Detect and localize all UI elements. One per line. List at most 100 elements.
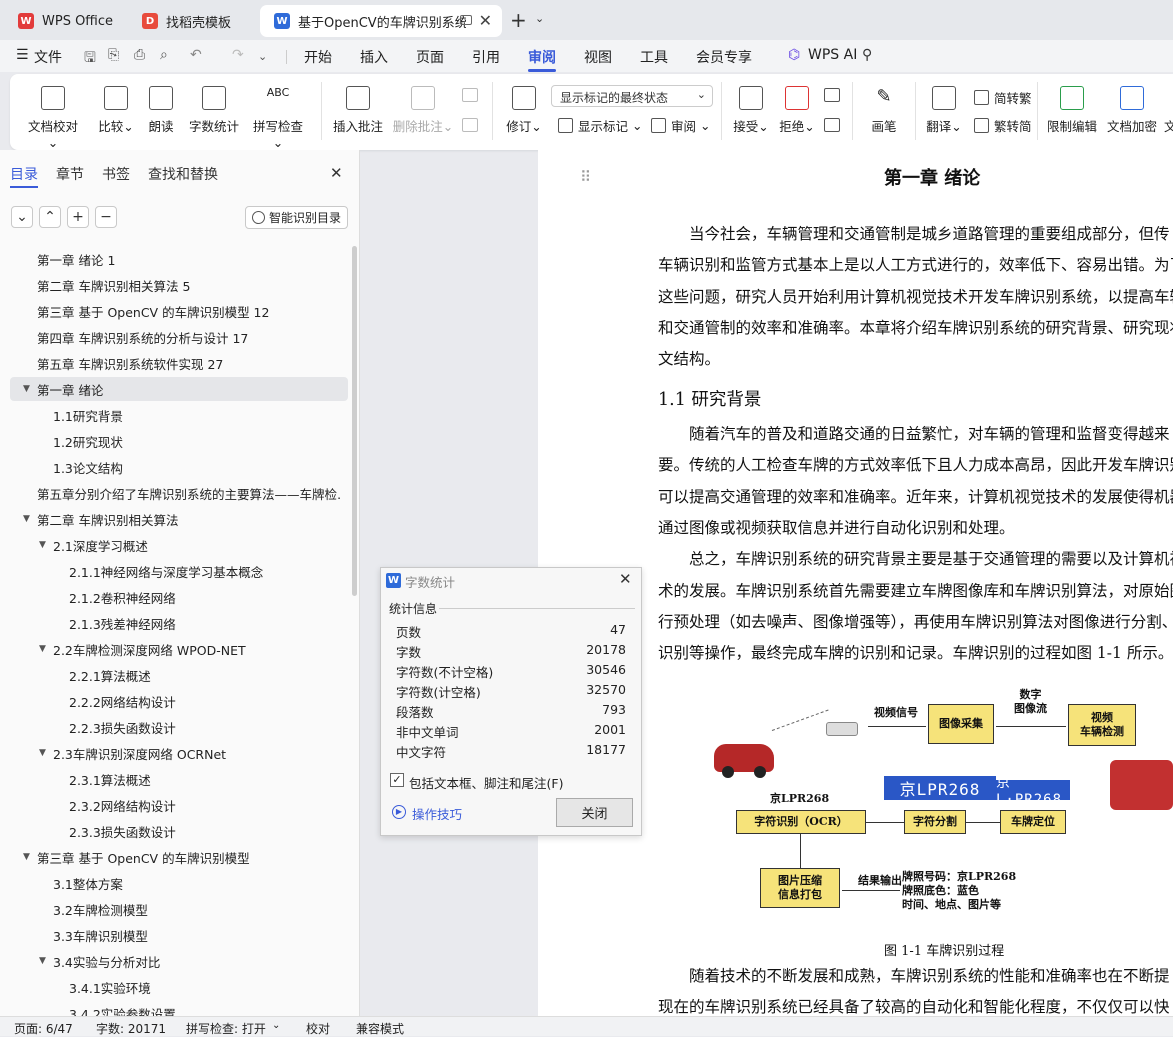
quick-access-more-icon[interactable]: ⌄ (258, 50, 267, 63)
spell-check-button[interactable]: ABC 拼写检查⌄ (248, 82, 308, 150)
chevron-down-icon[interactable]: ⌄ (535, 12, 544, 25)
expand-toggle-icon[interactable]: ▼ (39, 540, 46, 550)
reject-button[interactable]: 拒绝⌄ (778, 82, 816, 135)
tab-docer[interactable]: D 找稻壳模板 (128, 5, 254, 37)
tips-link[interactable]: 操作技巧 (412, 804, 462, 823)
toc-item[interactable]: 第五章分别介绍了车牌识别系统的主要算法——车牌检… (0, 481, 350, 505)
toc-item[interactable]: ▼ 2.3车牌识别深度网络 OCRNet (0, 741, 350, 765)
menu-file[interactable]: 文件 (34, 47, 62, 67)
toc-item[interactable]: ▼ 第二章 车牌识别相关算法 (0, 507, 350, 531)
panel-tab-bookmarks[interactable]: 书签 (102, 164, 130, 184)
panel-tab-sections[interactable]: 章节 (56, 164, 84, 184)
smart-toc-button[interactable]: 智能识别目录 (245, 206, 348, 229)
panel-scrollbar[interactable] (352, 246, 357, 596)
expand-toggle-icon[interactable]: ▼ (23, 852, 30, 862)
panel-tab-find[interactable]: 查找和替换 (148, 164, 218, 184)
tab-document[interactable]: W 基于OpenCV的车牌识别系统 ✕ (260, 5, 502, 37)
move-up-button[interactable]: ⌃ (39, 206, 61, 228)
menu-wps-ai[interactable]: WPS AI (808, 47, 857, 63)
menu-home[interactable]: 开始 (304, 47, 332, 67)
revise-button[interactable]: 修订⌄ (502, 82, 546, 135)
spell-check-indicator[interactable]: 拼写检查: 打开 (186, 1020, 266, 1037)
toc-item[interactable]: 2.3.2网络结构设计 (0, 793, 350, 817)
toc-item[interactable]: 第五章 车牌识别系统软件实现 27 (0, 351, 350, 375)
restrict-edit-button[interactable]: 限制编辑 (1046, 82, 1098, 135)
toc-item[interactable]: 1.3论文结构 (0, 455, 350, 479)
compare-button[interactable]: 比较⌄ (96, 82, 136, 135)
redo-icon[interactable]: ↷ (232, 47, 244, 63)
drag-handle-icon[interactable]: ⠿ (580, 168, 591, 186)
print-preview-icon[interactable]: ⌕ (160, 47, 168, 63)
page-indicator[interactable]: 页面: 6/47 (14, 1020, 73, 1037)
accept-button[interactable]: 接受⌄ (732, 82, 770, 135)
next-comment-icon[interactable] (462, 118, 478, 132)
remove-heading-button[interactable]: − (95, 206, 117, 228)
prev-change-icon[interactable] (824, 88, 840, 102)
toc-item[interactable]: ▼ 3.4实验与分析对比 (0, 949, 350, 973)
next-change-icon[interactable] (824, 118, 840, 132)
toc-item[interactable]: 2.3.1算法概述 (0, 767, 350, 791)
include-textbox-checkbox[interactable]: ✓ (390, 773, 404, 787)
close-icon[interactable]: ✕ (619, 570, 632, 588)
toc-item[interactable]: ▼ 2.1深度学习概述 (0, 533, 350, 557)
toc-item[interactable]: 2.1.2卷积神经网络 (0, 585, 350, 609)
menu-tools[interactable]: 工具 (640, 47, 668, 67)
markup-display-select[interactable]: 显示标记的最终状态 ⌄ (551, 85, 713, 107)
menu-member[interactable]: 会员专享 (696, 47, 752, 67)
print-icon[interactable]: ⎙ (134, 47, 145, 63)
menu-review[interactable]: 审阅 (528, 47, 556, 67)
window-icon[interactable] (460, 15, 472, 25)
delete-comment-button[interactable]: 删除批注⌄ (392, 82, 454, 135)
toc-item[interactable]: 1.1研究背景 (0, 403, 350, 427)
proof-indicator[interactable]: 校对 (306, 1020, 330, 1037)
toc-item[interactable]: 第三章 基于 OpenCV 的车牌识别模型 12 (0, 299, 350, 323)
toc-item[interactable]: ▼ 第三章 基于 OpenCV 的车牌识别模型 (0, 845, 350, 869)
prev-comment-icon[interactable] (462, 88, 478, 102)
insert-comment-button[interactable]: 插入批注 (332, 82, 384, 135)
toc-item[interactable]: 2.1.3残差神经网络 (0, 611, 350, 635)
toc-item[interactable]: 3.1整体方案 (0, 871, 350, 895)
menu-reference[interactable]: 引用 (472, 47, 500, 67)
proof-button[interactable]: 文档校对⌄ (26, 82, 80, 150)
menu-page[interactable]: 页面 (416, 47, 444, 67)
pen-button[interactable]: ✎ 画笔 (868, 82, 900, 135)
toc-item[interactable]: 第一章 绪论 1 (0, 247, 350, 271)
close-panel-icon[interactable]: ✕ (330, 164, 343, 182)
expand-toggle-icon[interactable]: ▼ (39, 748, 46, 758)
toc-item[interactable]: 2.2.3损失函数设计 (0, 715, 350, 739)
more-ribbon-button[interactable]: 文 (1164, 82, 1173, 135)
to-traditional-button[interactable]: 简转繁 (974, 88, 1032, 107)
toc-item[interactable]: 2.3.3损失函数设计 (0, 819, 350, 843)
translate-button[interactable]: 翻译⌄ (924, 82, 964, 135)
close-button[interactable]: 关闭 (556, 798, 633, 827)
toc-item[interactable]: 1.2研究现状 (0, 429, 350, 453)
toc-item[interactable]: 3.3车牌识别模型 (0, 923, 350, 947)
read-aloud-button[interactable]: 朗读 (146, 82, 176, 135)
collapse-all-button[interactable]: ⌄ (11, 206, 33, 228)
new-tab-icon[interactable]: + (510, 8, 527, 32)
toc-item[interactable]: 3.2车牌检测模型 (0, 897, 350, 921)
toc-item[interactable]: 2.2.2网络结构设计 (0, 689, 350, 713)
undo-icon[interactable]: ↶ (190, 47, 202, 63)
expand-toggle-icon[interactable]: ▼ (39, 956, 46, 966)
word-count-indicator[interactable]: 字数: 20171 (96, 1020, 166, 1037)
search-icon[interactable]: ⚲ (862, 47, 872, 63)
toc-item[interactable]: ▼ 2.2车牌检测深度网络 WPOD-NET (0, 637, 350, 661)
save-icon[interactable]: 🖫 (84, 47, 96, 71)
panel-tab-toc[interactable]: 目录 (10, 164, 38, 184)
tab-wps-office[interactable]: W WPS Office (4, 5, 122, 37)
add-heading-button[interactable]: + (67, 206, 89, 228)
menu-insert[interactable]: 插入 (360, 47, 388, 67)
encrypt-button[interactable]: 文档加密 (1106, 82, 1158, 135)
review-pane-button[interactable]: 审阅 ⌄ (651, 116, 710, 135)
toc-item[interactable]: 2.2.1算法概述 (0, 663, 350, 687)
hamburger-icon[interactable]: ☰ (16, 47, 29, 63)
show-markup-button[interactable]: 显示标记 ⌄ (558, 116, 642, 135)
export-icon[interactable]: ⎘ (108, 47, 119, 63)
menu-view[interactable]: 视图 (584, 47, 612, 67)
expand-toggle-icon[interactable]: ▼ (39, 644, 46, 654)
word-count-button[interactable]: 字数统计 (188, 82, 240, 135)
toc-item[interactable]: 2.1.1神经网络与深度学习基本概念 (0, 559, 350, 583)
to-simplified-button[interactable]: 繁转简 (974, 116, 1032, 135)
toc-item[interactable]: 第四章 车牌识别系统的分析与设计 17 (0, 325, 350, 349)
